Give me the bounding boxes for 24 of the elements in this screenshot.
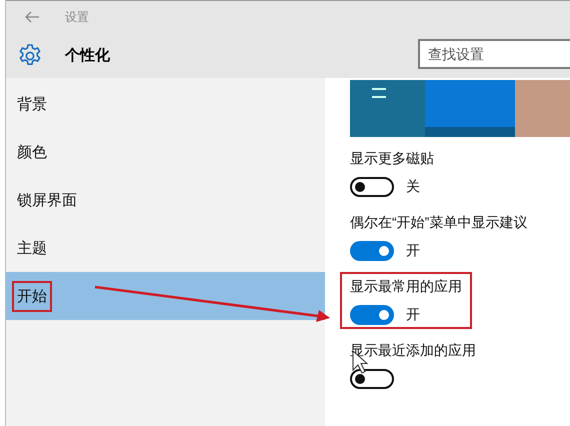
nav-label: 锁屏界面 [16, 190, 78, 210]
nav-label: 颜色 [16, 142, 48, 162]
setting-label: 显示更多磁贴 [350, 149, 435, 168]
toggle-switch[interactable] [350, 241, 394, 261]
toggle-switch[interactable] [350, 177, 394, 197]
toggle-state-text: 开 [406, 242, 420, 260]
nav-label: 背景 [16, 94, 48, 114]
setting-label: 显示最常用的应用 [350, 277, 462, 296]
toggle-switch[interactable] [350, 369, 394, 389]
nav-label: 主题 [16, 238, 48, 258]
window-title: 设置 [65, 8, 89, 26]
search-field[interactable]: 查找设置 [418, 38, 570, 68]
sidebar-item[interactable]: 颜色 [6, 128, 325, 176]
nav-label: 开始 [12, 280, 52, 312]
page-title: 个性化 [65, 46, 110, 65]
toggle-switch[interactable] [350, 305, 394, 325]
sidebar-item[interactable]: 锁屏界面 [6, 176, 325, 224]
back-arrow-icon[interactable] [24, 11, 40, 23]
toggle-state-text: 关 [406, 178, 420, 196]
sidebar-item[interactable]: 开始 [6, 272, 325, 320]
setting-label: 偶尔在“开始”菜单中显示建议 [350, 213, 528, 232]
sidebar-item[interactable]: 主题 [6, 224, 325, 272]
sidebar-item[interactable]: 背景 [6, 80, 325, 128]
toggle-state-text: 开 [406, 306, 420, 324]
